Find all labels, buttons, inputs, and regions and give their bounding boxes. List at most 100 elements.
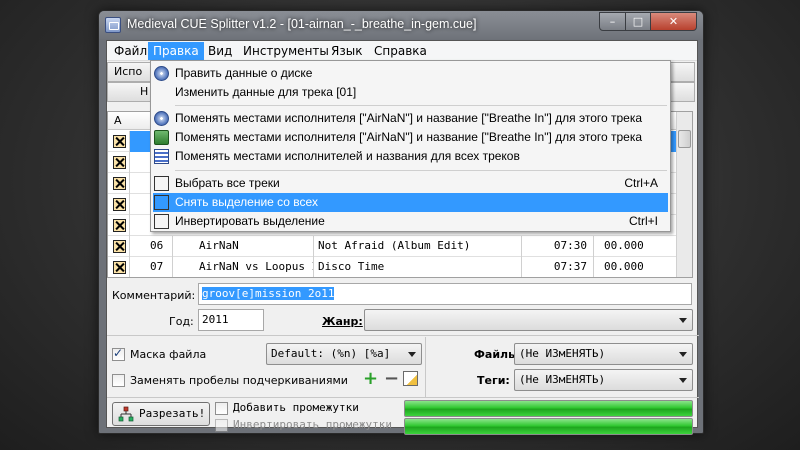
menu-edit[interactable]: Правка [148,42,204,60]
performer-tab[interactable]: Испо [107,62,151,82]
progress-bar-2 [404,418,693,435]
title-bar[interactable]: Medieval CUE Splitter v1.2 - [01-airnan_… [99,11,703,39]
row-check-icon[interactable] [113,135,126,148]
row-check-icon[interactable] [113,198,126,211]
file-mask-select[interactable]: Default: (%n) [%a] [266,343,422,365]
row-check-icon[interactable] [113,177,126,190]
divider [425,337,426,397]
grid-scrollbar[interactable] [676,112,692,277]
menu-item-label: Поменять местами исполнителя ["AirNaN"] … [175,111,643,125]
window-title: Medieval CUE Splitter v1.2 - [01-airnan_… [127,17,477,31]
track-length: 07:37 [522,257,594,277]
row-check-icon[interactable] [113,240,126,253]
menu-item-label: Поменять местами исполнителя ["AirNaN"] … [175,130,643,144]
add-gaps-label: Добавить промежутки [233,401,359,414]
replace-spaces-label: Заменять пробелы подчеркиваниями [130,374,348,387]
deselect-all-icon [154,195,169,210]
menu-item-label: Изменить данные для трека [01] [175,85,357,99]
replace-spaces-checkbox[interactable] [112,374,125,387]
file-mask-value: Default: (%n) [%a] [271,347,391,360]
menu-item-label: Поменять местами исполнителей и названия… [175,149,520,163]
year-label: Год: [169,315,194,328]
menu-shortcut: Ctrl+I [628,214,658,228]
select-all-icon [154,176,169,191]
genre-select[interactable] [364,309,693,331]
add-gaps-checkbox[interactable] [215,402,228,415]
menu-help[interactable]: Справка [369,42,432,60]
invert-selection-icon [154,214,169,229]
row-check-icon[interactable] [113,156,126,169]
file-mask-checkbox[interactable] [112,346,125,361]
genre-label: Жанр: [322,315,363,328]
menu-shortcut: Ctrl+A [624,176,658,190]
add-mask-icon[interactable]: + [363,368,378,389]
swap-icon [154,130,169,145]
menu-item-swap-artist-title-2[interactable]: Поменять местами исполнителя ["AirNaN"] … [153,128,668,147]
comment-value: groov[e]mission 2o11 [202,287,335,300]
split-tree-icon [118,406,134,422]
chevron-down-icon [679,352,687,357]
track-start: 00.000 [594,257,678,277]
edit-menu-dropdown: Править данные о диске Изменить данные д… [150,60,671,232]
menu-item-select-all[interactable]: Выбрать все треки Ctrl+A [153,174,668,193]
files-value: (Не ИЗмЕНЯТЬ) [519,347,606,360]
table-row[interactable]: 06 AirNaN Not Afraid (Album Edit) 07:30 … [108,236,692,257]
menu-item-edit-track[interactable]: Изменить данные для трека [01] [153,83,668,102]
file-mask-label: Маска файла [130,348,207,361]
track-start: 00.000 [594,236,678,257]
invert-gaps-label: Инвертировать промежутки [233,418,392,431]
menu-file[interactable]: Файл [109,42,152,60]
table-row[interactable]: 07 AirNaN vs Loopus In Disco Time 07:37 … [108,257,692,277]
edit-mask-icon[interactable] [403,371,418,386]
menu-item-label: Инвертировать выделение [175,214,325,228]
track-number: 07 [130,257,173,277]
menu-item-invert-selection[interactable]: Инвертировать выделение Ctrl+I [153,212,668,231]
files-select[interactable]: (Не ИЗмЕНЯТЬ) [514,343,693,365]
menu-language[interactable]: Язык [326,42,367,60]
name-tab[interactable]: Н [107,82,151,102]
comment-field[interactable]: groov[e]mission 2o11 [198,283,692,305]
chevron-down-icon [679,378,687,383]
invert-gaps-checkbox[interactable] [215,419,228,432]
menu-item-swap-artist-title[interactable]: Поменять местами исполнителя ["AirNaN"] … [153,109,668,128]
track-title: Disco Time [314,257,522,277]
chevron-down-icon [408,352,416,357]
remove-mask-icon[interactable]: − [384,368,399,389]
tags-value: (Не ИЗмЕНЯТЬ) [519,373,606,386]
close-button[interactable]: ✕ [650,12,697,31]
app-icon [105,17,121,33]
disc-icon [154,66,169,81]
track-length: 07:30 [522,236,594,257]
row-check-icon[interactable] [113,219,126,232]
track-title: Not Afraid (Album Edit) [314,236,522,257]
swap-disc-icon [154,111,169,126]
comment-label: Комментарий: [112,289,196,302]
menu-item-label: Править данные о диске [175,66,313,80]
row-check-icon[interactable] [113,261,126,274]
track-artist: AirNaN vs Loopus In [173,257,314,277]
list-icon [154,149,169,164]
menu-item-edit-disc[interactable]: Править данные о диске [153,64,668,83]
minimize-button[interactable]: – [599,12,626,31]
grid-scroll-thumb[interactable] [678,130,691,148]
track-number: 06 [130,236,173,257]
track-artist: AirNaN [173,236,314,257]
year-field[interactable]: 2011 [198,309,264,331]
maximize-button[interactable]: □ [625,12,651,31]
menu-view[interactable]: Вид [203,42,237,60]
menu-item-label: Снять выделение со всех [175,195,318,209]
menu-separator [175,105,667,106]
split-label: Разрезать! [139,407,206,420]
menu-item-swap-all[interactable]: Поменять местами исполнителей и названия… [153,147,668,166]
column-a-header[interactable]: A [114,114,122,127]
progress-bar-1 [404,400,693,417]
tags-select[interactable]: (Не ИЗмЕНЯТЬ) [514,369,693,391]
split-button[interactable]: Разрезать! [112,402,210,426]
menu-item-deselect-all[interactable]: Снять выделение со всех [153,193,668,212]
chevron-down-icon [679,318,687,323]
menu-tools[interactable]: Инструменты [238,42,334,60]
menu-separator [175,170,667,171]
divider [107,335,699,336]
tags-label: Теги: [477,374,510,387]
menu-item-label: Выбрать все треки [175,176,280,190]
